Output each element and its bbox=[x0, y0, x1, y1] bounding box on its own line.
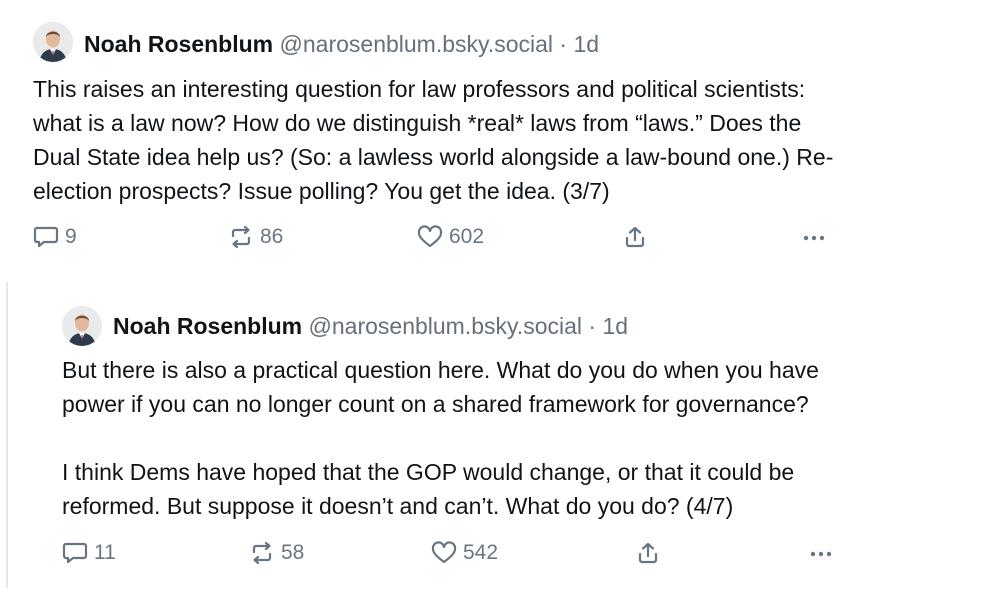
post-actions: 11 58 542 bbox=[62, 541, 842, 569]
post-actions: 9 86 602 bbox=[33, 225, 833, 253]
more-options-button[interactable] bbox=[808, 541, 834, 565]
heart-icon bbox=[417, 225, 443, 248]
author-handle[interactable]: @narosenblum.bsky.social bbox=[309, 313, 582, 339]
like-count: 602 bbox=[449, 225, 485, 248]
ellipsis-icon bbox=[810, 551, 832, 557]
separator-dot: · bbox=[588, 313, 597, 339]
post-text-line bbox=[62, 421, 819, 455]
post-text-line: Dual State idea help us? (So: a lawless … bbox=[33, 144, 834, 170]
person-avatar-icon bbox=[62, 306, 102, 346]
repost-icon bbox=[231, 225, 251, 249]
reply-icon bbox=[33, 226, 59, 248]
repost-button[interactable]: 86 bbox=[228, 225, 283, 249]
heart-icon bbox=[431, 541, 457, 564]
repost-button[interactable]: 58 bbox=[249, 541, 304, 565]
post-text-line: This raises an interesting question for … bbox=[33, 76, 806, 102]
repost-count: 86 bbox=[260, 225, 284, 248]
post-timestamp[interactable]: 1d bbox=[573, 31, 599, 57]
share-button[interactable] bbox=[623, 225, 647, 249]
share-button[interactable] bbox=[636, 541, 660, 565]
author-handle[interactable]: @narosenblum.bsky.social bbox=[280, 31, 553, 57]
post-text: But there is also a practical question h… bbox=[62, 353, 819, 523]
separator-dot: · bbox=[559, 31, 568, 57]
more-options-button[interactable] bbox=[801, 225, 827, 249]
author-avatar[interactable] bbox=[62, 306, 102, 346]
reply-count: 9 bbox=[65, 225, 77, 248]
reply-count: 11 bbox=[94, 541, 116, 564]
share-icon bbox=[638, 542, 658, 564]
post-header: Noah Rosenblum @narosenblum.bsky.social … bbox=[113, 313, 628, 340]
ellipsis-icon bbox=[803, 235, 825, 241]
share-icon bbox=[625, 226, 645, 248]
reply-icon bbox=[62, 542, 88, 564]
post-3-of-7[interactable]: Noah Rosenblum @narosenblum.bsky.social … bbox=[0, 0, 996, 282]
post-timestamp[interactable]: 1d bbox=[602, 313, 628, 339]
like-button[interactable]: 542 bbox=[431, 541, 498, 565]
author-avatar[interactable] bbox=[33, 22, 73, 62]
reply-button[interactable]: 11 bbox=[62, 541, 116, 565]
author-name[interactable]: Noah Rosenblum bbox=[113, 313, 302, 339]
post-text-line: power if you can no longer count on a sh… bbox=[62, 391, 809, 417]
post-text-line: reformed. But suppose it doesn’t and can… bbox=[62, 493, 734, 519]
like-button[interactable]: 602 bbox=[417, 225, 484, 249]
post-text-line: what is a law now? How do we distinguish… bbox=[33, 110, 802, 136]
post-4-of-7[interactable]: Noah Rosenblum @narosenblum.bsky.social … bbox=[0, 282, 996, 598]
person-avatar-icon bbox=[33, 22, 73, 62]
like-count: 542 bbox=[463, 541, 499, 564]
post-text-line: I think Dems have hoped that the GOP wou… bbox=[62, 459, 795, 485]
repost-icon bbox=[252, 541, 272, 565]
post-text-line: But there is also a practical question h… bbox=[62, 357, 819, 383]
post-text-line: election prospects? Issue polling? You g… bbox=[33, 178, 610, 204]
author-name[interactable]: Noah Rosenblum bbox=[84, 31, 273, 57]
post-text: This raises an interesting question for … bbox=[33, 72, 833, 208]
post-header: Noah Rosenblum @narosenblum.bsky.social … bbox=[84, 31, 599, 58]
reply-button[interactable]: 9 bbox=[33, 225, 77, 249]
repost-count: 58 bbox=[281, 541, 305, 564]
